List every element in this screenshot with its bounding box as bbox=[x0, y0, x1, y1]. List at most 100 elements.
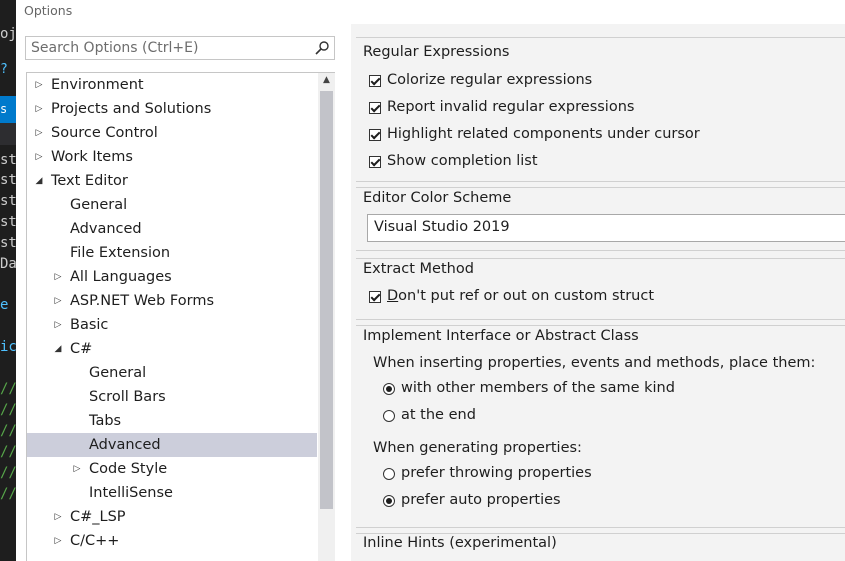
colorize-regex-checkbox[interactable]: Colorize regular expressions bbox=[369, 72, 592, 88]
expand-arrow-icon[interactable]: ▷ bbox=[33, 145, 45, 169]
tree-item-label: File Extension bbox=[70, 245, 171, 261]
tree-item-label: Basic bbox=[70, 317, 109, 333]
checkbox-checked-icon[interactable] bbox=[369, 291, 381, 303]
expand-arrow-icon[interactable]: ▷ bbox=[71, 457, 83, 481]
radio-selected-icon[interactable] bbox=[383, 383, 395, 395]
group-title: Regular Expressions bbox=[363, 44, 510, 60]
dialog-title: Options bbox=[24, 3, 73, 18]
checkbox-checked-icon[interactable] bbox=[369, 156, 381, 168]
bg-text: st bbox=[0, 172, 16, 188]
tree-item-label: General bbox=[70, 197, 128, 213]
tree-item-label: C# bbox=[70, 341, 93, 357]
bg-text: e bbox=[0, 297, 9, 313]
search-placeholder: Search Options (Ctrl+E) bbox=[31, 40, 199, 56]
tree-item-intellisense[interactable]: IntelliSense bbox=[27, 481, 317, 505]
scroll-up-arrow-icon[interactable]: ▲ bbox=[318, 75, 335, 89]
tree-item-csharp-general[interactable]: General bbox=[27, 361, 317, 385]
report-invalid-regex-checkbox[interactable]: Report invalid regular expressions bbox=[369, 99, 634, 115]
bg-comment: // bbox=[0, 444, 16, 460]
radio-unselected-icon[interactable] bbox=[383, 410, 395, 422]
tree-item-label: ASP.NET Web Forms bbox=[70, 293, 214, 309]
checkbox-label: Show completion list bbox=[387, 153, 538, 169]
group-inline-hints: Inline Hints (experimental) bbox=[356, 533, 845, 561]
tree-item-c-cpp[interactable]: ▷ C/C++ bbox=[27, 529, 317, 553]
tree-item-projects-and-solutions[interactable]: ▷ Projects and Solutions bbox=[27, 97, 317, 121]
tree-item-aspnet-web-forms[interactable]: ▷ ASP.NET Web Forms bbox=[27, 289, 317, 313]
tree-item-basic[interactable]: ▷ Basic bbox=[27, 313, 317, 337]
tree-item-text-editor-general[interactable]: General bbox=[27, 193, 317, 217]
tree-item-label: Source Control bbox=[51, 125, 158, 141]
collapse-arrow-icon[interactable]: ◢ bbox=[52, 337, 64, 361]
checkbox-checked-icon[interactable] bbox=[369, 129, 381, 141]
checkbox-label: Don't put ref or out on custom struct bbox=[387, 288, 654, 304]
tree-item-source-control[interactable]: ▷ Source Control bbox=[27, 121, 317, 145]
search-icon[interactable] bbox=[314, 40, 330, 56]
bg-text: st bbox=[0, 193, 16, 209]
radio-label: with other members of the same kind bbox=[401, 380, 675, 396]
checkbox-label: Highlight related components under curso… bbox=[387, 126, 700, 142]
tree-item-all-languages[interactable]: ▷ All Languages bbox=[27, 265, 317, 289]
bg-text: st bbox=[0, 235, 16, 251]
show-completion-list-checkbox[interactable]: Show completion list bbox=[369, 153, 538, 169]
scrollbar-thumb[interactable] bbox=[320, 91, 333, 509]
bg-text: s bbox=[0, 102, 8, 116]
tree-item-label: Work Items bbox=[51, 149, 133, 165]
expand-arrow-icon[interactable]: ▷ bbox=[52, 313, 64, 337]
radio-label: prefer auto properties bbox=[401, 492, 561, 508]
radio-label: prefer throwing properties bbox=[401, 465, 592, 481]
background-panel bbox=[0, 123, 16, 145]
tree-item-label: Scroll Bars bbox=[89, 389, 166, 405]
tree-item-csharp[interactable]: ◢ C# bbox=[27, 337, 317, 361]
bg-text: oj bbox=[0, 26, 16, 42]
expand-arrow-icon[interactable]: ▷ bbox=[52, 265, 64, 289]
tree-item-code-style[interactable]: ▷ Code Style bbox=[27, 457, 317, 481]
settings-content-pane: Regular Expressions Colorize regular exp… bbox=[356, 24, 845, 561]
tree-item-text-editor[interactable]: ◢ Text Editor bbox=[27, 169, 317, 193]
tree-item-environment[interactable]: ▷ Environment bbox=[27, 73, 317, 97]
expand-arrow-icon[interactable]: ▷ bbox=[52, 505, 64, 529]
expand-arrow-icon[interactable]: ▷ bbox=[33, 121, 45, 145]
generating-label: When generating properties: bbox=[373, 440, 582, 456]
highlight-components-checkbox[interactable]: Highlight related components under curso… bbox=[369, 126, 700, 142]
expand-arrow-icon[interactable]: ▷ bbox=[33, 73, 45, 97]
background-editor: oj ? s st st st st st Da e ic // // // /… bbox=[0, 0, 16, 561]
radio-same-kind[interactable]: with other members of the same kind bbox=[383, 380, 675, 396]
expand-arrow-icon[interactable]: ▷ bbox=[33, 97, 45, 121]
expand-arrow-icon[interactable]: ▷ bbox=[52, 289, 64, 313]
dont-put-ref-out-checkbox[interactable]: Don't put ref or out on custom struct bbox=[369, 288, 654, 304]
bg-comment: // bbox=[0, 423, 16, 439]
radio-at-the-end[interactable]: at the end bbox=[383, 407, 476, 423]
radio-selected-icon[interactable] bbox=[383, 495, 395, 507]
tree-item-tabs[interactable]: Tabs bbox=[27, 409, 317, 433]
checkbox-checked-icon[interactable] bbox=[369, 75, 381, 87]
access-key: D bbox=[387, 288, 399, 304]
tree-item-label: C/C++ bbox=[70, 533, 120, 549]
radio-prefer-auto[interactable]: prefer auto properties bbox=[383, 492, 561, 508]
options-navigation-pane: Search Options (Ctrl+E) ▷ Environment ▷ … bbox=[16, 24, 351, 561]
radio-prefer-throwing[interactable]: prefer throwing properties bbox=[383, 465, 592, 481]
tree-item-csharp-advanced[interactable]: Advanced bbox=[27, 433, 317, 457]
tree-item-text-editor-advanced[interactable]: Advanced bbox=[27, 217, 317, 241]
checkbox-label: Colorize regular expressions bbox=[387, 72, 593, 88]
tree-item-csharp-lsp[interactable]: ▷ C#_LSP bbox=[27, 505, 317, 529]
checkbox-checked-icon[interactable] bbox=[369, 102, 381, 114]
tree-scrollbar[interactable]: ▲ bbox=[318, 72, 335, 561]
bg-comment: // bbox=[0, 486, 16, 502]
tree-item-work-items[interactable]: ▷ Work Items bbox=[27, 145, 317, 169]
tree-item-label: IntelliSense bbox=[89, 485, 173, 501]
collapse-arrow-icon[interactable]: ◢ bbox=[33, 169, 45, 193]
title-bar[interactable]: Options bbox=[16, 0, 845, 24]
color-scheme-value: Visual Studio 2019 bbox=[374, 219, 510, 235]
tree-item-file-extension[interactable]: File Extension bbox=[27, 241, 317, 265]
expand-arrow-icon[interactable]: ▷ bbox=[52, 529, 64, 553]
radio-unselected-icon[interactable] bbox=[383, 468, 395, 480]
radio-label: at the end bbox=[401, 407, 476, 423]
tree-item-label: All Languages bbox=[70, 269, 172, 285]
tree-item-label: Text Editor bbox=[51, 173, 128, 189]
tree-item-scroll-bars[interactable]: Scroll Bars bbox=[27, 385, 317, 409]
bg-icon: ? bbox=[0, 62, 8, 77]
checkbox-label: Report invalid regular expressions bbox=[387, 99, 635, 115]
options-dialog: Options Search Options (Ctrl+E) ▷ Enviro… bbox=[16, 0, 845, 561]
color-scheme-dropdown[interactable]: Visual Studio 2019 bbox=[367, 214, 845, 242]
search-input[interactable]: Search Options (Ctrl+E) bbox=[25, 36, 335, 60]
